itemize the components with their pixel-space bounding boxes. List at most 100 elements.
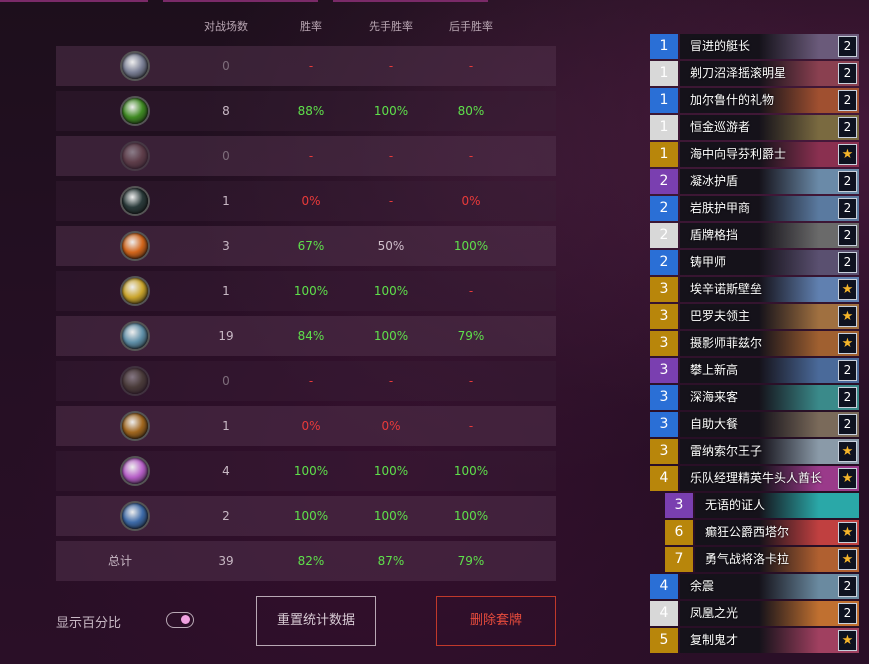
delete-deck-button[interactable]: 删除套牌 — [436, 596, 556, 646]
card-count: 2 — [838, 117, 857, 138]
card-cost: 1 — [650, 142, 678, 167]
card-count: 2 — [838, 36, 857, 57]
card-name: 海中向导芬利爵士 — [690, 147, 787, 161]
reset-stats-button[interactable]: 重置统计数据 — [256, 596, 376, 646]
deck-card[interactable]: 4 乐队经理精英牛头人酋长 ★ — [650, 466, 859, 491]
card-cost: 2 — [650, 196, 678, 221]
deck-card[interactable]: 2 铸甲师 2 — [650, 250, 859, 275]
winrate-value: 100% — [293, 284, 329, 298]
winrate-value: 84% — [297, 329, 325, 343]
deck-card[interactable]: 1 恒金巡游者 2 — [650, 115, 859, 140]
games-value: 0 — [222, 374, 230, 388]
deck-card[interactable]: 3 雷纳索尔王子 ★ — [650, 439, 859, 464]
card-cost: 3 — [650, 277, 678, 302]
card-bar: 乐队经理精英牛头人酋长 — [680, 466, 859, 491]
deck-card[interactable]: 2 岩肤护甲商 2 — [650, 196, 859, 221]
card-name: 攀上新高 — [690, 363, 739, 377]
card-bar: 凝冰护盾 — [680, 169, 859, 194]
winrate-value: 0% — [301, 419, 321, 433]
card-bar: 无语的证人 — [695, 493, 859, 518]
card-bar: 岩肤护甲商 — [680, 196, 859, 221]
stats-row: 1 100% 100% - — [56, 271, 556, 311]
deck-card[interactable]: 3 深海来客 2 — [650, 385, 859, 410]
total-games: 39 — [218, 554, 234, 568]
top-accent-bar — [0, 0, 148, 2]
games-value: 4 — [222, 464, 230, 478]
deck-card[interactable]: 3 巴罗夫领主 ★ — [650, 304, 859, 329]
card-count: 2 — [838, 171, 857, 192]
stats-row: 1 0% - 0% — [56, 181, 556, 221]
second-winrate-value: 80% — [457, 104, 485, 118]
stats-row: 2 100% 100% 100% — [56, 496, 556, 536]
total-first: 87% — [377, 554, 405, 568]
card-name: 恒金巡游者 — [690, 120, 751, 134]
card-bar: 自助大餐 — [680, 412, 859, 437]
deck-card[interactable]: 3 攀上新高 2 — [650, 358, 859, 383]
card-cost: 3 — [650, 331, 678, 356]
deck-card[interactable]: 6 癫狂公爵西塔尔 ★ — [665, 520, 859, 545]
card-bar: 深海来客 — [680, 385, 859, 410]
games-value: 19 — [218, 329, 234, 343]
show-percent-label: 显示百分比 — [56, 616, 122, 631]
deck-card[interactable]: 2 凝冰护盾 2 — [650, 169, 859, 194]
card-name: 无语的证人 — [705, 498, 766, 512]
deck-card[interactable]: 7 勇气战将洛卡拉 ★ — [665, 547, 859, 572]
deck-card[interactable]: 1 剃刀沼泽摇滚明星 2 — [650, 61, 859, 86]
first-winrate-value: 50% — [377, 239, 405, 253]
card-cost: 3 — [650, 358, 678, 383]
hunter-icon — [122, 143, 148, 169]
card-count: 2 — [838, 225, 857, 246]
death-knight-icon — [122, 188, 148, 214]
card-bar: 余震 — [680, 574, 859, 599]
card-name: 巴罗夫领主 — [690, 309, 751, 323]
card-name: 雷纳索尔王子 — [690, 444, 763, 458]
winrate-value: 0% — [301, 194, 321, 208]
deck-card[interactable]: 1 海中向导芬利爵士 ★ — [650, 142, 859, 167]
card-bar: 铸甲师 — [680, 250, 859, 275]
deck-card[interactable]: 3 自助大餐 2 — [650, 412, 859, 437]
card-bar: 埃辛诺斯壁垒 — [680, 277, 859, 302]
card-name: 盾牌格挡 — [690, 228, 739, 242]
card-cost: 3 — [650, 412, 678, 437]
deck-card[interactable]: 2 盾牌格挡 2 — [650, 223, 859, 248]
deck-card[interactable]: 3 无语的证人 — [665, 493, 859, 518]
second-winrate-value: - — [468, 374, 474, 388]
card-cost: 5 — [650, 628, 678, 653]
stats-row: 0 - - - — [56, 136, 556, 176]
legendary-star-icon: ★ — [838, 144, 857, 165]
stats-row: 19 84% 100% 79% — [56, 316, 556, 356]
card-cost: 6 — [665, 520, 693, 545]
deck-card[interactable]: 4 余震 2 — [650, 574, 859, 599]
first-winrate-value: 0% — [381, 419, 401, 433]
card-bar: 盾牌格挡 — [680, 223, 859, 248]
deck-card[interactable]: 3 埃辛诺斯壁垒 ★ — [650, 277, 859, 302]
winrate-value: 100% — [293, 464, 329, 478]
deck-card[interactable]: 1 冒进的艇长 2 — [650, 34, 859, 59]
show-percent-toggle[interactable] — [166, 612, 194, 628]
winrate-value: 67% — [297, 239, 325, 253]
deck-card[interactable]: 3 摄影师菲兹尔 ★ — [650, 331, 859, 356]
deck-card[interactable]: 1 加尔鲁什的礼物 2 — [650, 88, 859, 113]
card-cost: 2 — [650, 169, 678, 194]
total-second: 79% — [457, 554, 485, 568]
card-name: 冒进的艇长 — [690, 39, 751, 53]
games-value: 3 — [222, 239, 230, 253]
card-name: 岩肤护甲商 — [690, 201, 751, 215]
deck-card[interactable]: 4 凤凰之光 2 — [650, 601, 859, 626]
card-name: 乐队经理精英牛头人酋长 — [690, 471, 823, 485]
card-cost: 4 — [650, 574, 678, 599]
card-cost: 1 — [650, 88, 678, 113]
legendary-star-icon: ★ — [838, 441, 857, 462]
card-cost: 1 — [650, 115, 678, 140]
card-cost: 3 — [650, 304, 678, 329]
second-winrate-value: 100% — [453, 509, 489, 523]
header-second: 后手胜率 — [449, 20, 493, 33]
deck-card[interactable]: 5 复制鬼才 ★ — [650, 628, 859, 653]
legendary-star-icon: ★ — [838, 630, 857, 651]
card-cost: 4 — [650, 466, 678, 491]
total-winrate: 82% — [297, 554, 325, 568]
first-winrate-value: - — [388, 149, 394, 163]
card-cost: 7 — [665, 547, 693, 572]
card-bar: 勇气战将洛卡拉 — [695, 547, 859, 572]
card-bar: 攀上新高 — [680, 358, 859, 383]
